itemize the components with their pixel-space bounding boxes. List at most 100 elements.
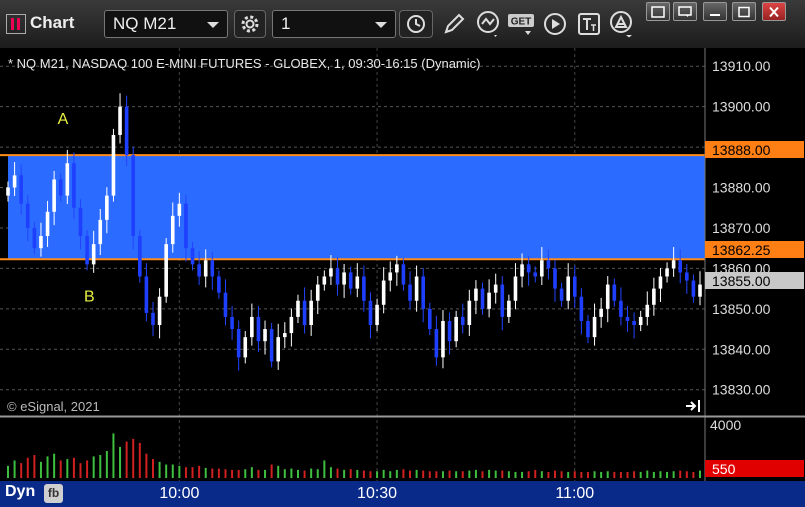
interval-clock-button[interactable] [399, 10, 433, 38]
chart-app-icon [6, 14, 26, 34]
candle-body [612, 284, 617, 301]
symbol-settings-button[interactable] [234, 10, 266, 38]
volume-bar [554, 470, 557, 478]
window-minimize-button[interactable] [703, 2, 727, 21]
candle-body [256, 316, 261, 342]
dynamic-mode-label[interactable]: Dyn [5, 483, 35, 501]
candle-body [12, 175, 17, 188]
symbol-value: NQ M21 [113, 14, 177, 33]
candle-body [408, 284, 412, 301]
symbol-select[interactable]: NQ M21 [104, 10, 228, 38]
chart-title: * NQ M21, NASDAQ 100 E-MINI FUTURES - GL… [8, 56, 480, 71]
time-axis-bar[interactable]: Dyn fb 10:00 10:30 11:00 [0, 481, 805, 507]
volume-bar [244, 469, 247, 478]
volume-bar [296, 469, 299, 478]
volume-bar [409, 470, 412, 478]
volume-bar [521, 471, 524, 478]
volume-bar [547, 471, 550, 478]
candle-body [184, 203, 188, 249]
volume-bar [606, 471, 609, 478]
time-axis-label: 10:30 [357, 485, 398, 502]
alerts-button[interactable] [606, 10, 638, 38]
interval-select[interactable]: 1 [272, 10, 396, 38]
volume-bar [679, 470, 682, 478]
volume-bar [211, 468, 214, 478]
candle [111, 128, 116, 202]
candle-body [685, 272, 689, 281]
text-tool-button[interactable] [572, 10, 606, 38]
volume-bar [224, 469, 227, 478]
volume-bar [151, 459, 154, 478]
last-price-tag: 13855.00 [705, 272, 804, 289]
volume-bar [633, 471, 636, 478]
window-menu-button[interactable] [646, 2, 670, 21]
price-tick-label: 13870.00 [712, 220, 771, 236]
volume-bar [573, 471, 576, 478]
text-tool-icon [578, 13, 600, 35]
candle [131, 146, 136, 250]
volume-bar [138, 442, 141, 478]
candle-body [52, 179, 56, 212]
window-restore-button[interactable] [673, 2, 697, 21]
pencil-icon [444, 13, 465, 34]
volume-bar [198, 465, 201, 478]
candle-body [111, 134, 116, 196]
window-maximize-button[interactable] [732, 2, 756, 21]
minimize-icon [710, 13, 720, 16]
chevron-down-icon [375, 22, 387, 28]
volume-bar [66, 459, 69, 478]
volume-bar [474, 469, 477, 478]
volume-bar [39, 461, 42, 478]
candle-body [421, 276, 425, 309]
candle-body [78, 207, 83, 237]
volume-bar [7, 465, 9, 478]
candle-body [58, 179, 63, 196]
candle-body [276, 337, 281, 362]
volume-bar [33, 455, 36, 478]
candle-body [625, 316, 630, 321]
volume-bar [666, 471, 669, 478]
candle-body [25, 203, 30, 228]
get-data-button[interactable]: GET [506, 10, 536, 38]
volume-bar [593, 471, 596, 478]
candle-body [540, 260, 544, 277]
candle-body [474, 288, 478, 301]
volume-bar [132, 438, 135, 478]
volume-bar [264, 469, 267, 478]
studies-button[interactable] [472, 10, 506, 38]
volume-bar [685, 471, 688, 478]
fb-icon[interactable]: fb [44, 484, 63, 503]
draw-pencil-button[interactable] [438, 10, 470, 38]
time-axis-label: 11:00 [555, 485, 595, 502]
candle-body [362, 276, 366, 301]
candle-body [579, 296, 584, 321]
volume-bar [86, 460, 89, 478]
play-replay-button[interactable] [539, 10, 571, 38]
candle-body [144, 276, 149, 313]
candle-body [105, 195, 109, 220]
volume-bar [165, 464, 168, 478]
candle-body [691, 280, 696, 297]
volume-bar [540, 471, 543, 478]
candle-body [507, 300, 511, 317]
volume-bar [343, 469, 346, 478]
candle-body [434, 329, 439, 358]
candle-body [32, 227, 37, 249]
candle-body [164, 244, 168, 297]
volume-bar [13, 460, 16, 478]
volume-bar [171, 464, 174, 478]
candle-body [348, 272, 353, 289]
candle-body [335, 268, 340, 285]
volume-bar [534, 469, 537, 478]
volume-bar [184, 467, 187, 478]
window-close-button[interactable] [762, 2, 786, 21]
candle-body [388, 272, 393, 281]
candle-body [592, 316, 597, 338]
volume-bar [329, 467, 332, 478]
candle-body [138, 236, 142, 277]
candle-body [447, 320, 452, 342]
candle-body [283, 333, 287, 338]
volume-bar [349, 469, 352, 478]
price-chart[interactable]: A B * NQ M21, NASDAQ 100 E-MINI FUTURES -… [0, 48, 805, 481]
candle-body [322, 276, 327, 285]
